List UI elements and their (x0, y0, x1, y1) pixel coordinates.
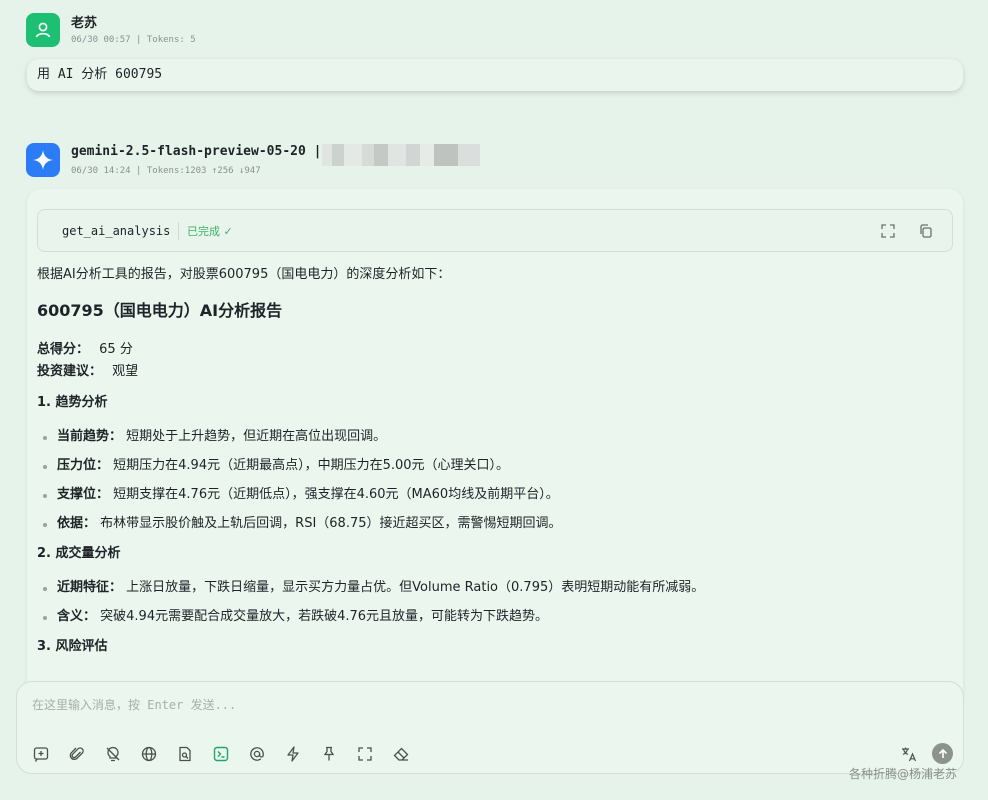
item-text: 短期压力在4.94元（近期最高点），中期压力在5.00元（心理关口）。 (113, 458, 510, 473)
ai-message-card: get_ai_analysis 已完成 ✓ 根据AI分析工具的报告，对股票600… (27, 189, 963, 709)
list-item: 压力位： 短期压力在4.94元（近期最高点），中期压力在5.00元（心理关口）。 (37, 456, 937, 476)
item-label: 压力位： (57, 458, 110, 473)
item-text: 上涨日放量，下跌日缩量，显示买方力量占优。但Volume Ratio（0.795… (126, 580, 705, 595)
item-text: 布林带显示股价触及上轨后回调，RSI（68.75）接近超买区，需警惕短期回调。 (100, 516, 562, 531)
divider (178, 222, 179, 240)
score-row: 总得分： 65 分 (37, 339, 937, 361)
user-message-bubble: 用 AI 分析 600795 (27, 59, 963, 91)
section-heading: 1. 趋势分析 (37, 395, 108, 410)
gemini-sparkle-icon (33, 150, 53, 170)
globe-icon[interactable] (139, 744, 159, 764)
translate-icon[interactable] (899, 744, 919, 764)
section-list: 近期特征： 上涨日放量，下跌日缩量，显示买方力量占优。但Volume Ratio… (37, 578, 937, 627)
attachment-icon[interactable] (67, 744, 87, 764)
user-name: 老苏 (71, 16, 98, 31)
lightning-icon[interactable] (283, 744, 303, 764)
list-item: 当前趋势： 短期处于上升趋势，但近期在高位出现回调。 (37, 427, 937, 447)
redacted-area (322, 144, 480, 166)
list-item: 近期特征： 上涨日放量，下跌日缩量，显示买方力量占优。但Volume Ratio… (37, 578, 937, 598)
item-label: 依据： (57, 516, 97, 531)
list-item: 含义： 突破4.94元需要配合成交量放大，若跌破4.76元且放量，可能转为下跌趋… (37, 607, 937, 627)
fullscreen-icon[interactable] (355, 744, 375, 764)
item-text: 短期处于上升趋势，但近期在高位出现回调。 (126, 429, 387, 444)
new-topic-icon[interactable] (31, 744, 51, 764)
section-heading: 3. 风险评估 (37, 639, 108, 654)
mention-icon[interactable] (247, 744, 267, 764)
ai-message-content: 根据AI分析工具的报告，对股票600795（国电电力）的深度分析如下： 6007… (37, 265, 937, 671)
knowledge-icon[interactable] (175, 744, 195, 764)
watermark: 各种折腾@杨浦老苏 (849, 767, 958, 781)
item-label: 支撑位： (57, 487, 110, 502)
tool-status: 已完成 ✓ (187, 225, 233, 238)
advice-value: 观望 (112, 364, 139, 379)
arrow-up-icon (938, 748, 947, 758)
section-list: 当前趋势： 短期处于上升趋势，但近期在高位出现回调。 压力位： 短期压力在4.9… (37, 427, 937, 534)
pin-icon[interactable] (319, 744, 339, 764)
model-name: gemini-2.5-flash-preview-05-20 | (71, 144, 322, 159)
copy-icon[interactable] (917, 222, 935, 240)
score-value: 65 分 (99, 342, 133, 357)
item-text: 突破4.94元需要配合成交量放大，若跌破4.76元且放量，可能转为下跌趋势。 (100, 609, 549, 624)
tool-call-bar[interactable]: get_ai_analysis 已完成 ✓ (37, 209, 953, 252)
tool-name: get_ai_analysis (62, 224, 171, 238)
advice-row: 投资建议： 观望 (37, 361, 937, 383)
ai-avatar (26, 143, 60, 177)
advice-label: 投资建议： (37, 364, 103, 379)
user-avatar (26, 13, 60, 47)
list-item: 依据： 布林带显示股价触及上轨后回调，RSI（68.75）接近超买区，需警惕短期… (37, 514, 937, 534)
list-item: 支撑位： 短期支撑在4.76元（近期低点），强支撑在4.60元（MA60均线及前… (37, 485, 937, 505)
section-heading: 2. 成交量分析 (37, 546, 121, 561)
report-title: 600795（国电电力）AI分析报告 (37, 301, 283, 320)
item-label: 当前趋势： (57, 429, 123, 444)
lightbulb-icon[interactable] (103, 744, 123, 764)
message-input[interactable] (32, 694, 932, 716)
eraser-icon[interactable] (391, 744, 411, 764)
item-text: 短期支撑在4.76元（近期低点），强支撑在4.60元（MA60均线及前期平台）。 (113, 487, 559, 502)
terminal-icon[interactable] (211, 744, 231, 764)
user-icon (35, 22, 51, 38)
user-message-meta: 06/30 00:57 | Tokens: 5 (71, 35, 196, 45)
item-label: 含义： (57, 609, 97, 624)
ai-message-meta: 06/30 14:24 | Tokens:1203 ↑256 ↓947 (71, 166, 261, 176)
send-button[interactable] (932, 743, 953, 764)
score-label: 总得分： (37, 342, 90, 357)
expand-icon[interactable] (879, 222, 897, 240)
message-composer (16, 681, 964, 774)
item-label: 近期特征： (57, 580, 123, 595)
intro-text: 根据AI分析工具的报告，对股票600795（国电电力）的深度分析如下： (37, 267, 451, 282)
